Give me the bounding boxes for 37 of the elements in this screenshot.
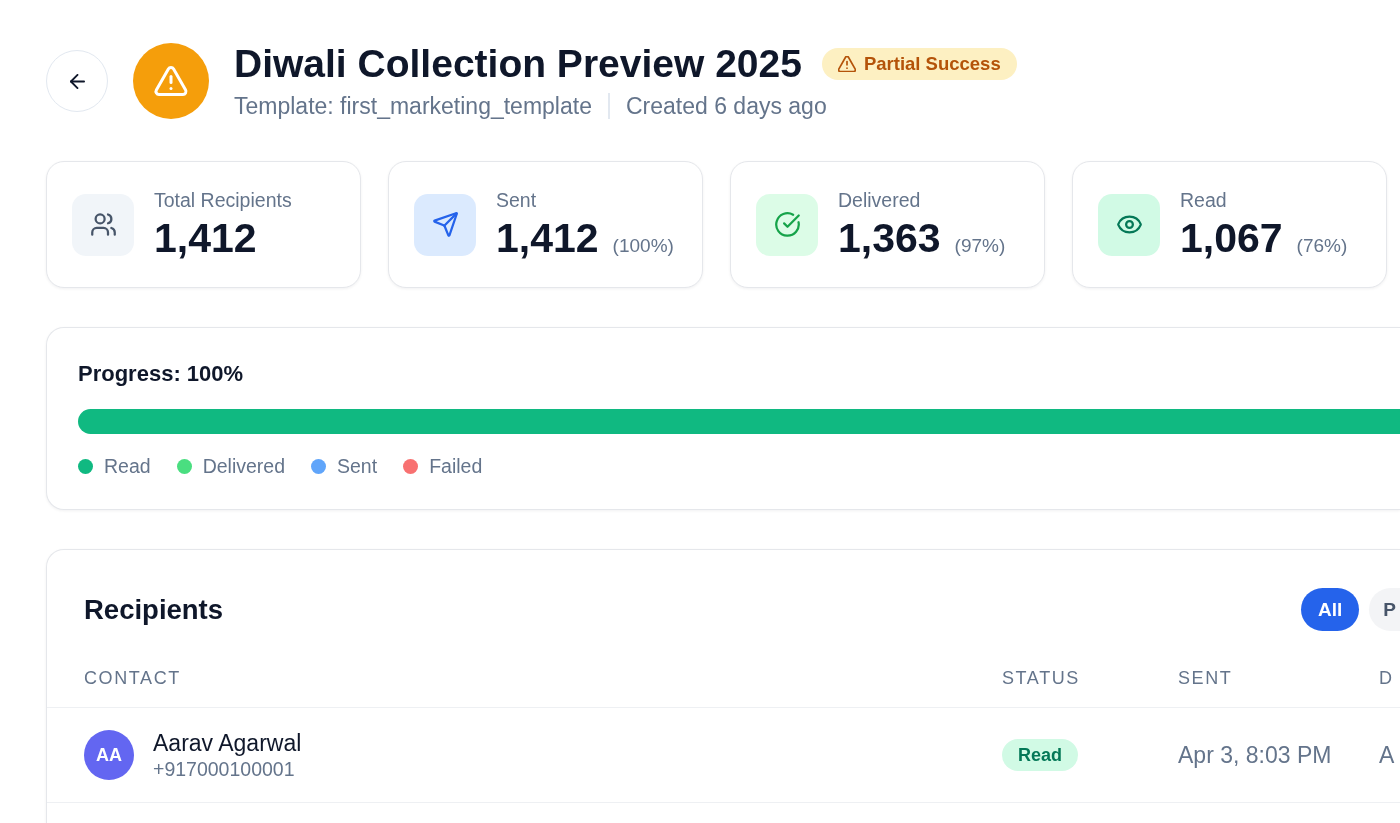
stat-percent: (97%)	[954, 235, 1006, 257]
contact-phone: +917000100001	[153, 758, 296, 780]
status-badge: Read	[1002, 739, 1078, 771]
stat-percent: (100%)	[612, 235, 674, 257]
stat-value: 1,067	[1180, 215, 1283, 261]
column-header: CONTACT	[84, 668, 182, 689]
stat-label: Read	[1180, 188, 1228, 212]
filter-tab[interactable]: P	[1369, 588, 1400, 631]
created-time: Created 6 days ago	[625, 92, 827, 120]
section-title: Recipients	[84, 593, 224, 626]
contact-name: Aarav Agarwal	[153, 730, 302, 756]
template-name: Template: first_marketing_template	[234, 92, 592, 120]
avatar-initials: AA	[84, 730, 134, 780]
users-icon	[72, 193, 134, 256]
stat-percent: (76%)	[1296, 235, 1348, 257]
stat-value: 1,363	[838, 215, 941, 261]
legend-label: Read	[104, 454, 151, 478]
stat-label: Delivered	[838, 188, 922, 212]
filter-tab[interactable]: All	[1301, 588, 1360, 631]
progress-label: Progress: 100%	[78, 361, 245, 387]
legend-label: Failed	[429, 454, 483, 478]
sent-time: Apr 3, 8:03 PM	[1178, 742, 1333, 768]
eye-icon	[1098, 193, 1160, 256]
paper-plane-icon	[414, 193, 476, 256]
stat-label: Total Recipients	[154, 188, 292, 212]
status-label: Partial Success	[863, 53, 1001, 75]
legend-label: Delivered	[202, 454, 285, 478]
warning-icon	[837, 56, 856, 72]
column-header: STATUS	[1002, 668, 1081, 689]
legend-label: Sent	[337, 454, 378, 478]
stat-value: 1,412	[154, 215, 257, 261]
column-header: D	[1379, 668, 1395, 689]
campaign-title: Diwali Collection Preview 2025	[234, 42, 802, 86]
column-header: SENT	[1178, 668, 1234, 689]
stat-value: 1,412	[496, 215, 599, 261]
stat-label: Sent	[496, 188, 538, 212]
table-cell-text: A	[1379, 742, 1396, 768]
